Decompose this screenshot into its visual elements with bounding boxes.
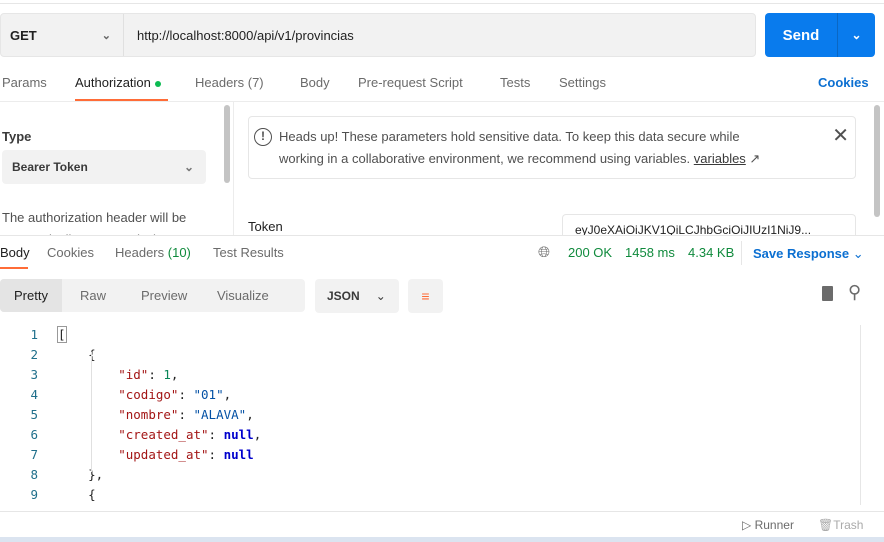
tab-settings[interactable]: Settings: [559, 75, 606, 90]
indent-guide: [91, 352, 92, 472]
variables-link[interactable]: variables: [694, 151, 746, 166]
response-tab-headers[interactable]: Headers (10): [115, 245, 191, 260]
tab-body[interactable]: Body: [300, 75, 330, 90]
globe-icon[interactable]: 🌐︎: [538, 244, 550, 261]
response-size[interactable]: 4.34 KB: [688, 245, 734, 260]
cookies-link[interactable]: Cookies: [818, 75, 869, 90]
url-bar: GET ⌄ http://localhost:8000/api/v1/provin…: [0, 13, 756, 57]
taskbar-edge: [0, 537, 884, 542]
active-dot-icon: [154, 80, 161, 87]
method-label: GET: [10, 27, 37, 43]
chevron-down-icon: ⌄: [852, 246, 864, 261]
headers-count: (10): [167, 245, 191, 260]
method-select[interactable]: GET ⌄: [1, 14, 124, 56]
tab-authorization[interactable]: Authorization: [75, 75, 161, 90]
view-visualize[interactable]: Visualize: [207, 279, 269, 312]
tab-label: Authorization: [75, 75, 151, 90]
send-button[interactable]: Send: [765, 13, 838, 57]
top-divider: [0, 3, 884, 4]
code-scrollbar[interactable]: [860, 325, 867, 505]
url-input[interactable]: http://localhost:8000/api/v1/provincias: [124, 28, 354, 43]
tab-label: Headers: [115, 245, 165, 260]
runner-label: Runner: [754, 518, 794, 532]
tab-params[interactable]: Params: [2, 75, 47, 90]
search-icon[interactable]: ⚲: [848, 282, 861, 303]
wrap-lines-icon[interactable]: ≡: [408, 279, 443, 313]
alert-text: Heads up! These parameters hold sensitiv…: [279, 129, 740, 144]
trash-icon: 🗑︎: [818, 518, 834, 532]
runner-button[interactable]: ▷ Runner: [742, 518, 794, 532]
line-number: 3: [30, 367, 38, 382]
save-response-button[interactable]: Save Response ⌄: [753, 246, 864, 262]
tab-headers[interactable]: Headers (7): [195, 75, 264, 90]
response-body-code[interactable]: [ { "id": 1, "codigo": "01", "nombre": "…: [57, 325, 261, 505]
token-label: Token: [248, 219, 283, 234]
left-panel-scrollbar[interactable]: [224, 105, 230, 183]
view-preview[interactable]: Preview: [122, 279, 207, 312]
response-tab-cookies[interactable]: Cookies: [47, 245, 94, 260]
trash-button[interactable]: 🗑︎Trash: [818, 518, 863, 532]
view-raw[interactable]: Raw: [62, 279, 122, 312]
line-number: 1: [30, 327, 38, 342]
line-number: 5: [30, 407, 38, 422]
line-number: 4: [30, 387, 38, 402]
send-options-chevron-icon[interactable]: ⌄: [838, 13, 875, 57]
send-button-group: Send ⌄: [765, 13, 875, 57]
info-icon: !: [254, 128, 272, 146]
auth-type-select[interactable]: Bearer Token ⌄: [2, 150, 206, 184]
trash-label: Trash: [833, 518, 864, 532]
close-icon[interactable]: ✕: [832, 125, 849, 147]
copy-icon[interactable]: [822, 286, 833, 301]
response-tab-body[interactable]: Body: [0, 245, 30, 260]
line-number: 9: [30, 487, 38, 502]
format-value: JSON: [327, 289, 360, 303]
line-numbers: 1 2 3 4 5 6 7 8 9: [20, 325, 38, 505]
runner-icon: ▷: [742, 518, 752, 532]
view-pretty[interactable]: Pretty: [0, 279, 62, 312]
chevron-down-icon: ⌄: [375, 289, 386, 303]
chevron-down-icon: ⌄: [101, 29, 111, 42]
panel-divider: [233, 102, 234, 235]
line-number: 7: [30, 447, 38, 462]
status-divider: [741, 241, 742, 265]
external-link-icon: ↗: [745, 151, 761, 166]
chevron-down-icon: ⌄: [183, 160, 194, 174]
response-tab-test-results[interactable]: Test Results: [213, 245, 284, 260]
tab-pre-request-script[interactable]: Pre-request Script: [358, 75, 463, 90]
tabs-divider: [0, 101, 884, 102]
footer-divider: [0, 511, 884, 512]
format-select[interactable]: JSON ⌄: [315, 279, 399, 313]
alert-text: working in a collaborative environment, …: [279, 151, 691, 166]
status-code[interactable]: 200 OK: [568, 245, 612, 260]
response-tab-underline: [0, 267, 28, 269]
line-number: 2: [30, 347, 38, 362]
tab-tests[interactable]: Tests: [500, 75, 530, 90]
view-mode-switcher: Pretty Raw Preview Visualize: [0, 279, 305, 312]
auth-type-value: Bearer Token: [12, 160, 88, 174]
right-panel-scrollbar[interactable]: [874, 105, 880, 217]
response-time[interactable]: 1458 ms: [625, 245, 675, 260]
line-number: 8: [30, 467, 38, 482]
save-response-label: Save Response: [753, 246, 850, 261]
sensitive-data-alert: ! Heads up! These parameters hold sensit…: [248, 116, 856, 179]
type-label: Type: [2, 129, 32, 144]
auth-description-line: The authorization header will be: [2, 210, 187, 225]
line-number: 6: [30, 427, 38, 442]
